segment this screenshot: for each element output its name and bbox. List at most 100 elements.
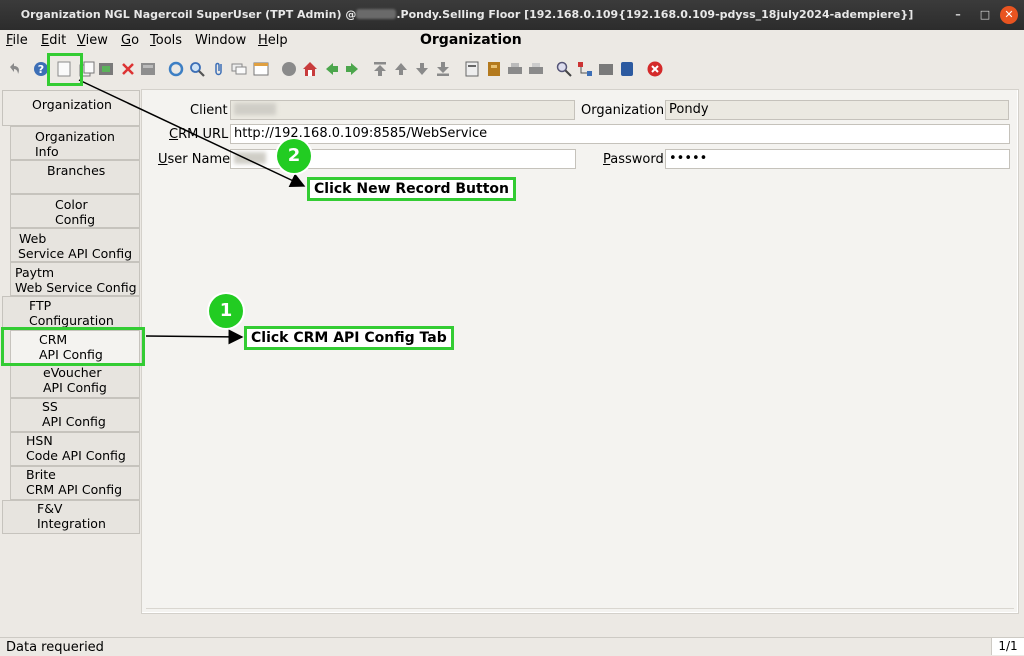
tab-label: Color xyxy=(55,197,88,212)
request-icon[interactable] xyxy=(598,61,614,77)
tab-label: FTP xyxy=(29,298,52,313)
tab-label: Web xyxy=(19,231,47,246)
client-label: Client xyxy=(190,103,228,118)
tab-label: Paytm xyxy=(15,265,55,280)
minimize-button[interactable]: – xyxy=(949,6,967,24)
crm-tab-highlight xyxy=(1,327,145,366)
redacted-value xyxy=(234,103,276,115)
crm-url-label: CRM URL xyxy=(169,127,229,142)
step-1-badge: 1 xyxy=(209,294,243,328)
step-1-callout: Click CRM API Config Tab xyxy=(244,326,454,350)
tab-label: eVoucher xyxy=(43,365,102,380)
print-preview-icon[interactable] xyxy=(507,61,523,77)
chat-icon[interactable] xyxy=(231,61,247,77)
tab-label: Code API Config xyxy=(26,448,126,463)
menu-file[interactable]: File xyxy=(6,33,28,48)
tab-fv-integration[interactable]: F&V Integration xyxy=(2,500,140,534)
tab-label: Info xyxy=(35,144,59,159)
crm-url-field[interactable]: http://192.168.0.109:8585/WebService xyxy=(230,124,1010,144)
tab-label: Configuration xyxy=(29,313,114,328)
title-bar: Organization NGL Nagercoil SuperUser (TP… xyxy=(0,0,1024,30)
status-message: Data requeried xyxy=(6,640,104,655)
zoom-across-icon[interactable] xyxy=(556,61,572,77)
workflow-icon[interactable] xyxy=(577,61,593,77)
step-2-callout: Click New Record Button xyxy=(307,177,516,201)
first-record-icon[interactable] xyxy=(372,61,388,77)
refresh-icon[interactable] xyxy=(140,61,156,77)
record-count[interactable]: 1/1 xyxy=(991,638,1024,655)
tab-ss-api-config[interactable]: SS API Config xyxy=(10,398,140,432)
window-title: Organization NGL Nagercoil SuperUser (TP… xyxy=(0,8,934,21)
save-icon[interactable] xyxy=(98,61,114,77)
menu-window[interactable]: Window xyxy=(195,33,246,48)
password-field[interactable]: ••••• xyxy=(665,149,1010,169)
tab-ftp-configuration[interactable]: FTP Configuration xyxy=(2,296,140,330)
tab-label: API Config xyxy=(43,380,107,395)
exit-icon[interactable] xyxy=(647,61,663,77)
forward-icon[interactable] xyxy=(344,61,360,77)
menu-help[interactable]: Help xyxy=(258,33,288,48)
tab-list: Organization Organization Info Branches … xyxy=(0,88,140,536)
grid-toggle-icon[interactable] xyxy=(253,61,269,77)
tab-label: Web Service Config xyxy=(15,280,137,295)
password-label: Password xyxy=(603,152,664,167)
tab-label: Integration xyxy=(37,516,106,531)
product-info-icon[interactable] xyxy=(619,61,635,77)
tab-label: API Config xyxy=(42,414,106,429)
window-heading: Organization xyxy=(420,32,522,48)
tab-label: Organization xyxy=(35,129,115,144)
organization-label: Organization xyxy=(581,103,665,118)
tab-web-service-api-config[interactable]: Web Service API Config xyxy=(10,228,140,262)
menu-bar: File Edit View Go Tools Window Help Orga… xyxy=(0,30,1024,52)
find-icon[interactable] xyxy=(189,61,205,77)
tab-label: Branches xyxy=(47,163,106,178)
organization-field[interactable]: Pondy xyxy=(665,100,1009,120)
tab-label: HSN xyxy=(26,433,53,448)
maximize-button[interactable]: □ xyxy=(976,6,994,24)
tab-label: Brite xyxy=(26,467,56,482)
refresh2-icon[interactable] xyxy=(168,61,184,77)
menu-view[interactable]: View xyxy=(77,33,108,48)
tab-label: F&V xyxy=(37,501,63,516)
last-record-icon[interactable] xyxy=(435,61,451,77)
history-icon[interactable] xyxy=(281,61,297,77)
attachment-icon[interactable] xyxy=(211,61,227,77)
step-2-badge: 2 xyxy=(277,139,311,173)
previous-record-icon[interactable] xyxy=(393,61,409,77)
tab-organization-info[interactable]: Organization Info xyxy=(10,126,140,160)
next-record-icon[interactable] xyxy=(414,61,430,77)
tab-color-config[interactable]: Color Config xyxy=(10,194,140,228)
status-bar: Data requeried 1/1 xyxy=(0,637,1024,656)
menu-edit[interactable]: Edit xyxy=(41,33,66,48)
tab-label: Service API Config xyxy=(18,246,133,261)
redacted-text xyxy=(356,9,397,19)
window-title-prefix: Organization NGL Nagercoil SuperUser (TP… xyxy=(20,8,357,21)
tab-brite-crm-api-config[interactable]: Brite CRM API Config xyxy=(10,466,140,500)
window-title-suffix: .Pondy.Selling Floor [192.168.0.109{192.… xyxy=(396,8,914,21)
client-field[interactable] xyxy=(230,100,575,120)
redacted-value xyxy=(234,152,266,164)
tab-organization[interactable]: Organization xyxy=(2,90,140,126)
tab-hsn-code-api-config[interactable]: HSN Code API Config xyxy=(10,432,140,466)
new-record-highlight xyxy=(47,53,83,86)
undo-icon[interactable] xyxy=(6,61,22,77)
tab-branches[interactable]: Branches xyxy=(10,160,140,194)
print-icon[interactable] xyxy=(528,61,544,77)
close-window-button[interactable]: ✕ xyxy=(1000,6,1018,24)
user-name-label: User Name xyxy=(158,152,231,167)
tab-label: SS xyxy=(42,399,58,414)
menu-go[interactable]: Go xyxy=(121,33,139,48)
tab-label: Organization xyxy=(32,97,112,112)
report-icon[interactable] xyxy=(464,61,480,77)
toolbar: ? xyxy=(0,57,1024,83)
tab-label: Config xyxy=(55,212,96,227)
svg-text:?: ? xyxy=(38,63,44,76)
archive-icon[interactable] xyxy=(486,61,502,77)
tab-label: CRM API Config xyxy=(26,482,123,497)
tab-evoucher-api-config[interactable]: eVoucher API Config xyxy=(10,364,140,398)
back-icon[interactable] xyxy=(324,61,340,77)
tab-paytm-web-service-config[interactable]: Paytm Web Service Config xyxy=(10,262,140,296)
home-icon[interactable] xyxy=(302,61,318,77)
menu-tools[interactable]: Tools xyxy=(150,33,182,48)
delete-icon[interactable] xyxy=(120,61,136,77)
